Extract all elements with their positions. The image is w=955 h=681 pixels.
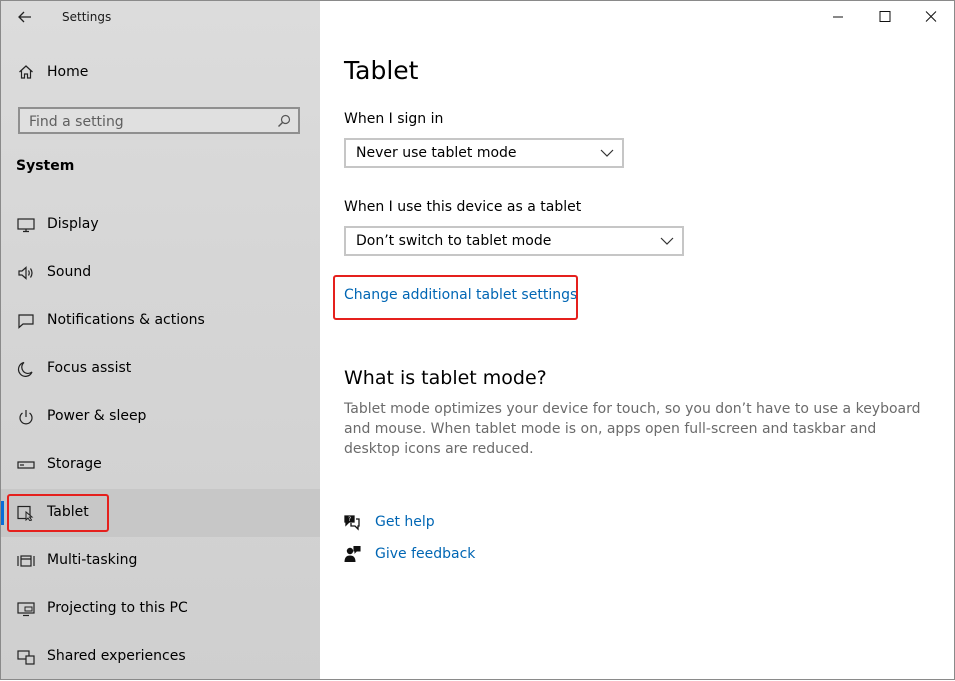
what-is-tablet-heading: What is tablet mode? [344,367,547,389]
give-feedback-link[interactable]: Give feedback [343,545,475,563]
close-icon [925,11,937,22]
minimize-icon [833,16,843,18]
link-highlight-box [333,275,578,320]
home-link[interactable]: Home [18,64,88,80]
sidebar-item-power-sleep[interactable]: Power & sleep [1,393,320,441]
section-title: System [16,158,75,174]
sidebar-item-notifications[interactable]: Notifications & actions [1,297,320,345]
sidebar-item-label: Storage [47,456,102,472]
tablet-use-dropdown[interactable]: Don’t switch to tablet mode [344,226,684,256]
sidebar-item-display[interactable]: Display [1,201,320,249]
chevron-down-icon [600,149,614,157]
title-bar: Settings [1,1,320,33]
nav-list: Display Sound Notifications & actions Fo… [1,201,320,681]
speaker-icon [18,266,33,280]
sidebar-item-multitasking[interactable]: Multi-tasking [1,537,320,585]
multitask-icon [17,555,35,567]
tablet-highlight-box [7,494,109,532]
sidebar-item-label: Multi-tasking [47,552,138,568]
sidebar-item-label: Display [47,216,99,232]
sidebar-item-label: Shared experiences [47,648,186,664]
give-feedback-label: Give feedback [375,546,476,562]
get-help-label: Get help [375,514,435,530]
signin-dropdown-value: Never use tablet mode [356,145,517,161]
monitor-icon [17,218,35,233]
help-chat-icon: ? [344,515,360,531]
home-label: Home [47,64,89,80]
sidebar-item-projecting[interactable]: Projecting to this PC [1,585,320,633]
close-button[interactable] [908,1,954,32]
tablet-use-dropdown-value: Don’t switch to tablet mode [356,233,552,249]
home-icon [19,65,33,79]
sidebar-item-storage[interactable]: Storage [1,441,320,489]
selection-indicator [1,501,4,525]
maximize-button[interactable] [862,1,908,32]
page-title: Tablet [344,56,419,85]
signin-label: When I sign in [344,111,444,127]
sidebar-item-label: Notifications & actions [47,312,205,328]
sidebar-item-label: Power & sleep [47,408,147,424]
shared-icon [17,650,35,665]
back-arrow-icon [18,11,31,23]
signin-dropdown[interactable]: Never use tablet mode [344,138,624,168]
maximize-icon [879,11,891,22]
sidebar-item-sound[interactable]: Sound [1,249,320,297]
message-icon [18,314,34,329]
minimize-button[interactable] [815,1,861,32]
tablet-use-label: When I use this device as a tablet [344,199,582,215]
search-icon[interactable] [277,114,291,128]
project-icon [17,602,35,617]
get-help-link[interactable]: ? Get help [343,513,435,531]
drive-icon [17,461,35,469]
app-title: Settings [62,10,112,24]
sidebar-item-label: Projecting to this PC [47,600,188,616]
svg-text:?: ? [348,516,351,523]
back-button[interactable] [15,7,35,27]
search-placeholder: Find a setting [29,114,124,130]
power-icon [19,410,33,425]
tablet-mode-description: Tablet mode optimizes your device for to… [344,401,921,457]
search-input[interactable]: Find a setting [18,107,300,134]
sidebar-item-label: Focus assist [47,360,132,376]
sidebar-item-label: Sound [47,264,92,280]
feedback-person-icon [344,545,361,562]
moon-icon [17,361,33,377]
sidebar: Settings Home Find a setting System Disp… [1,1,320,679]
chevron-down-icon [660,237,674,245]
sidebar-item-focus-assist[interactable]: Focus assist [1,345,320,393]
sidebar-item-shared-experiences[interactable]: Shared experiences [1,633,320,681]
